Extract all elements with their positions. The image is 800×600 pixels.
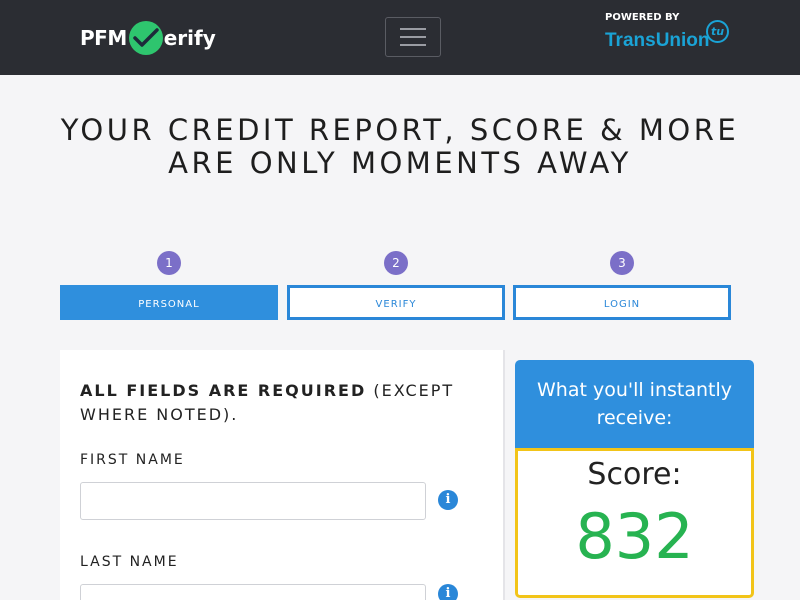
step-number-badge: 1 [157, 251, 181, 275]
score-box: Score: 832 [515, 448, 754, 598]
score-value: 832 [575, 500, 694, 573]
menu-toggle-button[interactable] [385, 17, 441, 57]
score-label: Score: [587, 457, 682, 492]
step-number-badge: 3 [610, 251, 634, 275]
transunion-badge-icon: tu [706, 20, 729, 43]
personal-info-form: ALL FIELDS ARE REQUIRED (EXCEPT WHERE NO… [60, 350, 505, 600]
step-personal: 1 PERSONAL [60, 251, 278, 320]
checkmark-icon [128, 21, 163, 55]
logo-text-pfm: PFM [80, 26, 127, 50]
pfm-verify-logo[interactable]: PFM erify [80, 20, 216, 56]
page-headline: YOUR CREDIT REPORT, SCORE & MORE ARE ONL… [60, 113, 740, 180]
powered-by-text: POWERED BY [605, 12, 680, 23]
step-personal-button[interactable]: PERSONAL [60, 285, 278, 320]
step-login: 3 LOGIN [513, 251, 731, 320]
required-fields-note: ALL FIELDS ARE REQUIRED (EXCEPT WHERE NO… [80, 379, 480, 427]
first-name-input[interactable] [80, 482, 426, 520]
first-name-label: FIRST NAME [80, 452, 185, 468]
top-navbar: PFM erify POWERED BY TransUnion tu [0, 0, 800, 75]
score-preview-panel: What you'll instantly receive: Score: 83… [515, 360, 754, 600]
last-name-label: LAST NAME [80, 554, 179, 570]
step-number-badge: 2 [384, 251, 408, 275]
last-name-input[interactable] [80, 584, 426, 600]
step-verify-button[interactable]: VERIFY [287, 285, 505, 320]
step-verify: 2 VERIFY [287, 251, 505, 320]
info-icon[interactable]: i [438, 490, 458, 510]
transunion-logo: TransUnion [605, 30, 710, 51]
step-login-button[interactable]: LOGIN [513, 285, 731, 320]
score-panel-heading: What you'll instantly receive: [515, 360, 754, 448]
required-note-bold: ALL FIELDS ARE REQUIRED [80, 381, 367, 400]
hamburger-icon [400, 28, 426, 30]
info-icon[interactable]: i [438, 584, 458, 600]
logo-text-erify: erify [163, 26, 216, 50]
